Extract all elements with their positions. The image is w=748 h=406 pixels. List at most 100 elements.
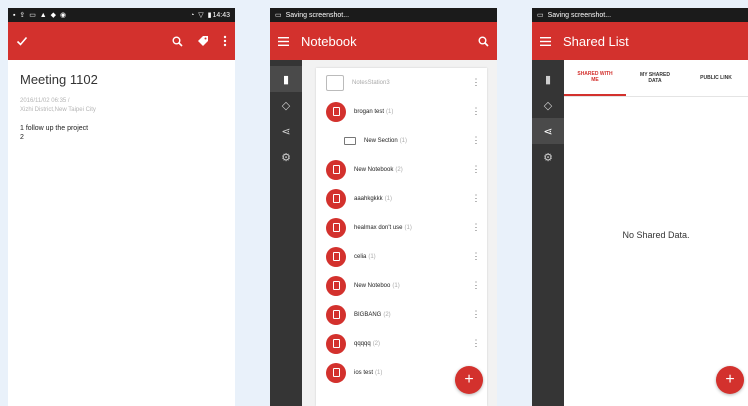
notebook-list: NotesStation3 ⋮ brogan test (1) ⋮ New Secti… (316, 68, 487, 406)
notebook-icon (326, 362, 346, 383)
folder-icon (344, 136, 356, 145)
page-title: Shared List (563, 33, 629, 49)
more-vert-icon[interactable]: ⋮ (471, 338, 481, 349)
notebook-icon (326, 217, 346, 238)
more-vert-icon[interactable]: ⋮ (471, 222, 481, 233)
app-bar: Shared List (532, 22, 748, 60)
item-count: (1) (375, 369, 383, 376)
item-label: New Section (364, 137, 398, 144)
notebook-icon (326, 275, 346, 296)
menu-icon[interactable] (278, 36, 289, 46)
item-count: (1) (392, 282, 400, 289)
item-label: BIGBANG (354, 311, 382, 318)
section-row[interactable]: New Section (1) ⋮ (316, 126, 487, 155)
notebook-icon (326, 101, 346, 122)
screenshot-icon: ▭ (275, 12, 282, 19)
notebook-row[interactable]: BIGBANG (2) ⋮ (316, 300, 487, 329)
status-time: 14:43 (212, 11, 230, 19)
notebook-icon (326, 246, 346, 267)
settings-icon[interactable]: ⚙ (270, 144, 302, 170)
item-label: New Noteboo (354, 282, 391, 289)
notebook-row[interactable]: healmax don't use (1) ⋮ (316, 213, 487, 242)
item-count: (1) (399, 137, 408, 144)
add-button[interactable]: + (455, 366, 483, 394)
tag-icon[interactable]: ◇ (270, 92, 302, 118)
notebook-row[interactable]: New Notebook (2) ⋮ (316, 155, 487, 184)
share-tabs: SHARED WITH ME MY SHARED DATA PUBLIC LIN… (564, 60, 748, 97)
more-vert-icon[interactable]: ⋮ (471, 135, 481, 146)
app-bar (8, 22, 235, 60)
notebook-row[interactable]: aaahkgkkk (1) ⋮ (316, 184, 487, 213)
more-vert-icon[interactable]: ⋮ (471, 164, 481, 175)
item-label: brogan test (354, 108, 385, 115)
settings-icon[interactable]: ⚙ (532, 144, 564, 170)
item-count: (2) (372, 340, 381, 347)
note-content[interactable]: Meeting 1102 2016/11/02 06:35 / Xizhi Di… (8, 60, 235, 154)
search-icon[interactable] (478, 36, 489, 47)
tag-icon[interactable]: ◇ (532, 92, 564, 118)
tab-shared-with-me[interactable]: SHARED WITH ME (564, 60, 626, 96)
notebook-row[interactable]: brogan test (1) ⋮ (316, 97, 487, 126)
note-body-line[interactable]: 2 (20, 133, 223, 142)
status-bar: ▭ Saving screenshot... (270, 8, 497, 22)
note-body-line[interactable]: 1 follow up the project (20, 124, 223, 133)
notebook-row[interactable]: qqqqq (2) ⋮ (316, 329, 487, 358)
more-vert-icon[interactable]: ⋮ (471, 193, 481, 204)
item-count: (2) (395, 166, 403, 173)
menu-icon[interactable] (540, 36, 551, 46)
more-vert-icon[interactable] (223, 35, 227, 47)
tag-icon[interactable] (197, 35, 209, 47)
tab-public-link[interactable]: PUBLIC LINK (684, 60, 748, 96)
notebook-icon (326, 304, 346, 325)
notebook-icon[interactable]: ▮ (270, 66, 302, 92)
tab-my-shared-data[interactable]: MY SHARED DATA (626, 60, 684, 96)
note-editor-screen: ▪ ⇪ ▭ ▲ ◆ ◉ ◔ ▽ ▮ 14:43 Meeting 1102 201… (8, 8, 235, 406)
empty-state: No Shared Data. (622, 230, 690, 240)
note-title[interactable]: Meeting 1102 (20, 72, 223, 87)
screenshot-icon: ▭ (537, 12, 544, 19)
more-vert-icon[interactable]: ⋮ (471, 251, 481, 262)
app-bar: Notebook (270, 22, 497, 60)
item-count: (2) (383, 311, 391, 318)
status-system-icons: ◔ ▽ ▮ (190, 12, 213, 19)
more-vert-icon[interactable]: ⋮ (471, 77, 481, 88)
check-icon[interactable] (16, 35, 28, 47)
item-label: healmax don't use (354, 224, 403, 231)
search-icon[interactable] (172, 36, 183, 47)
status-text: Saving screenshot... (547, 11, 612, 19)
add-button[interactable]: + (716, 366, 744, 394)
item-label: celia (354, 253, 367, 260)
item-count: (1) (386, 108, 394, 115)
item-label: ios test (354, 369, 374, 376)
notebook-icon (326, 159, 346, 180)
station-label: NotesStation3 (352, 79, 390, 86)
item-label: New Notebook (354, 166, 394, 173)
nav-rail: ▮ ◇ ⋖ ⚙ (270, 60, 302, 406)
share-icon[interactable]: ⋖ (532, 118, 564, 144)
notebook-screen: ▭ Saving screenshot... Notebook ▮ ◇ ⋖ ⚙ … (270, 8, 497, 406)
item-label: qqqqq (354, 340, 371, 347)
notebook-icon (326, 333, 346, 354)
status-text: Saving screenshot... (285, 11, 350, 19)
station-row[interactable]: NotesStation3 ⋮ (316, 68, 487, 97)
notebook-icon[interactable]: ▮ (532, 66, 564, 92)
status-bar: ▭ Saving screenshot... (532, 8, 748, 22)
item-count: (1) (384, 195, 393, 202)
notebook-row[interactable]: New Noteboo (1) ⋮ (316, 271, 487, 300)
note-date: 2016/11/02 06:35 / (20, 98, 70, 104)
status-notification-icons: ▪ ⇪ ▭ ▲ ◆ ◉ (13, 12, 68, 19)
shared-list-screen: ▭ Saving screenshot... Shared List ▮ ◇ ⋖… (532, 8, 748, 406)
more-vert-icon[interactable]: ⋮ (471, 309, 481, 320)
nav-rail: ▮ ◇ ⋖ ⚙ (532, 60, 564, 406)
notebook-icon (326, 188, 346, 209)
item-count: (1) (368, 253, 376, 260)
more-vert-icon[interactable]: ⋮ (471, 280, 481, 291)
share-icon[interactable]: ⋖ (270, 118, 302, 144)
notebook-row[interactable]: celia (1) ⋮ (316, 242, 487, 271)
item-label: aaahkgkkk (354, 195, 383, 202)
page-title: Notebook (301, 33, 357, 49)
note-location: Xizhi District,New Taipei City (20, 107, 96, 113)
more-vert-icon[interactable]: ⋮ (471, 106, 481, 117)
nas-icon (326, 74, 344, 91)
item-count: (1) (404, 224, 412, 231)
